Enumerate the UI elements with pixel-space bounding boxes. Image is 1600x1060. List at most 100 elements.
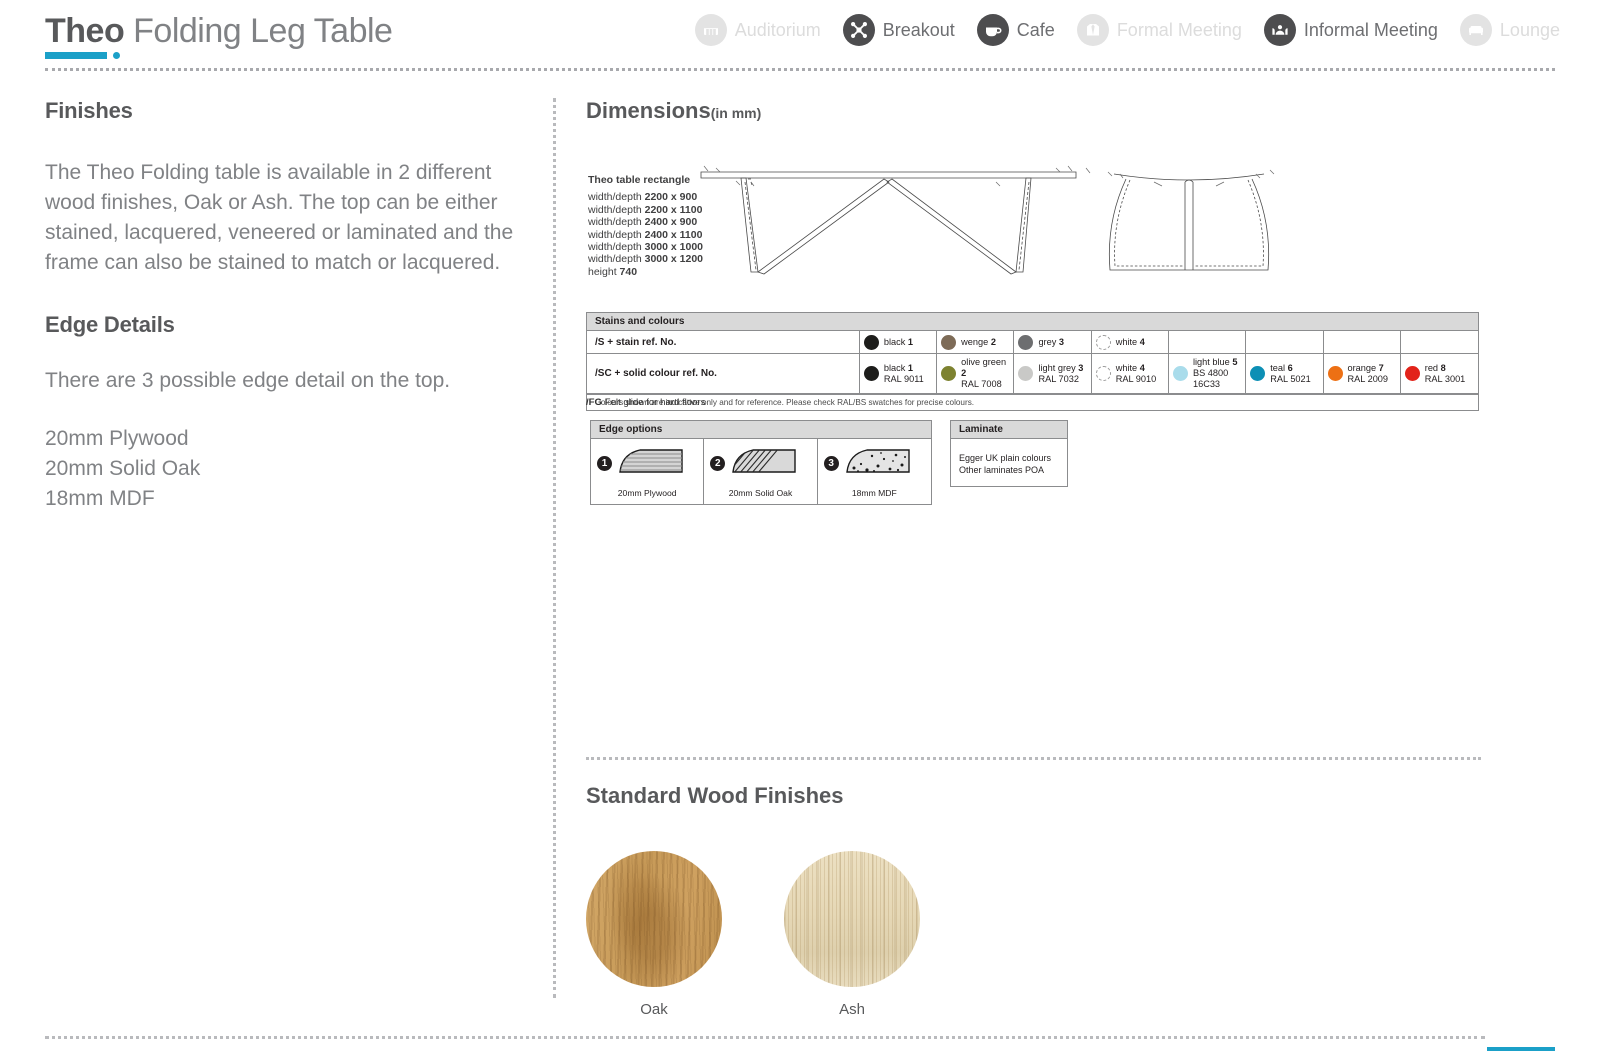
footer-divider — [45, 1036, 1485, 1039]
oak-disc-icon — [586, 851, 722, 987]
nav-label-lounge: Lounge — [1499, 19, 1560, 40]
felt-glide-note: /FG Felt glide for hard floors — [586, 397, 705, 408]
oak-label: Oak — [640, 1001, 668, 1018]
edge-number-1: 1 — [597, 456, 612, 471]
brand-name: Theo — [45, 12, 125, 50]
swatch-cell: olive green 2 RAL 7008 — [937, 354, 1015, 393]
wood-swatch-ash[interactable]: Ash — [784, 851, 920, 1018]
nav-label-cafe: Cafe — [1016, 19, 1055, 40]
category-nav: Auditorium Breakout Cafe Formal Meeting … — [694, 14, 1560, 46]
table-side-elevation-drawing — [1084, 152, 1294, 297]
lounge-sofa-icon — [1459, 14, 1492, 46]
plywood-edge-profile-icon — [618, 446, 684, 481]
wood-finishes-heading: Standard Wood Finishes — [586, 783, 844, 808]
swatch-text: orange 7 RAL 2009 — [1347, 362, 1389, 384]
swatch-text: black 1 — [883, 336, 914, 347]
nav-label-formal-meeting: Formal Meeting — [1116, 19, 1242, 40]
edge-details-body: There are 3 possible edge detail on the … — [45, 369, 451, 392]
laminate-heading: Laminate — [951, 421, 1067, 439]
swatch-text: white 4 RAL 9010 — [1115, 362, 1157, 384]
page-header: Theo Folding Leg Table Auditorium Breako… — [0, 0, 1600, 68]
swatch-light-grey-solid — [1018, 366, 1034, 381]
dimension-label: width/depth — [588, 216, 645, 229]
edge-caption-3: 18mm MDF — [851, 488, 897, 498]
footer-accent-bar — [1487, 1047, 1555, 1051]
informal-meeting-icon — [1263, 14, 1296, 46]
swatch-cell: black 1 RAL 9011 — [860, 354, 938, 393]
dimensions-units: (in mm) — [710, 105, 762, 121]
ash-label: Ash — [839, 1001, 865, 1018]
wood-swatch-oak[interactable]: Oak — [586, 851, 722, 1018]
dimension-label: width/depth — [588, 203, 645, 216]
swatch-text: light blue 5 BS 4800 16C33 — [1192, 357, 1238, 389]
swatch-red-solid — [1404, 366, 1420, 381]
edge-option-plywood: 20mm Plywood — [45, 427, 189, 450]
dimension-value: 3000 x 1200 — [644, 253, 704, 266]
edge-option-cell-1[interactable]: 1 20mm Plywood — [591, 439, 705, 504]
solid-colour-ref-label: /SC + solid colour ref. No. — [587, 354, 860, 393]
swatch-wenge-stain — [941, 334, 957, 350]
brand-underline-bar — [45, 52, 107, 59]
nav-item-lounge[interactable]: Lounge — [1459, 14, 1560, 46]
swatch-cell: light blue 5 BS 4800 16C33 — [1169, 354, 1247, 393]
stains-row-stain: /S + stain ref. No. black 1 wenge 2 grey… — [587, 331, 1478, 354]
dimension-label: width/depth — [588, 241, 645, 254]
edge-number-3: 3 — [823, 456, 839, 471]
edge-options-box: Edge options 1 20mm Plywood 2 20mm Solid… — [590, 420, 932, 505]
edge-caption-1: 20mm Plywood — [617, 488, 677, 498]
brand-dot — [113, 52, 120, 59]
swatch-light-blue-solid — [1172, 366, 1188, 381]
swatch-text: light grey 3 RAL 7032 — [1038, 362, 1084, 384]
standard-wood-finishes-section: Standard Wood Finishes Oak Ash — [586, 783, 1106, 1018]
nav-label-breakout: Breakout — [882, 19, 955, 40]
swatch-text: black 1 RAL 9011 — [883, 362, 924, 384]
brand-logo: Theo Folding Leg Table — [45, 12, 393, 50]
nav-item-formal-meeting[interactable]: Formal Meeting — [1076, 14, 1242, 46]
swatch-white-stain — [1095, 334, 1111, 350]
swatch-cell-empty — [1169, 331, 1247, 353]
dimension-value: 2400 x 900 — [644, 216, 698, 229]
swatch-cell: wenge 2 — [937, 331, 1015, 353]
dimension-label: height — [588, 265, 620, 278]
swatch-white-solid — [1095, 366, 1111, 381]
edge-option-cell-3[interactable]: 3 18mm MDF — [818, 439, 931, 504]
nav-item-auditorium[interactable]: Auditorium — [694, 14, 821, 46]
swatch-black-stain — [863, 334, 879, 350]
nav-item-cafe[interactable]: Cafe — [976, 14, 1055, 46]
finishes-body: The Theo Folding table is available in 2… — [45, 161, 514, 274]
dimension-value: 2200 x 900 — [644, 191, 698, 204]
swatch-cell: orange 7 RAL 2009 — [1324, 354, 1401, 393]
stain-ref-label: /S + stain ref. No. — [587, 331, 860, 353]
ash-disc-icon — [784, 851, 920, 987]
section-divider — [586, 757, 1481, 760]
nav-item-informal-meeting[interactable]: Informal Meeting — [1263, 14, 1438, 46]
stains-row-solid: /SC + solid colour ref. No. black 1 RAL 9… — [587, 354, 1478, 394]
swatch-olive-green-solid — [941, 366, 957, 381]
stains-and-colours-table: Stains and colours /S + stain ref. No. b… — [586, 312, 1479, 411]
nav-label-auditorium: Auditorium — [734, 19, 821, 40]
dimension-label: width/depth — [588, 228, 645, 241]
dimension-label: width/depth — [588, 191, 645, 204]
dimension-value: 740 — [619, 265, 638, 278]
edge-caption-2: 20mm Solid Oak — [728, 488, 793, 498]
edge-option-mdf: 18mm MDF — [45, 487, 155, 510]
swatch-orange-solid — [1327, 366, 1343, 381]
edge-option-cell-2[interactable]: 2 20mm Solid Oak — [704, 439, 818, 504]
edge-details-heading: Edge Details — [45, 312, 175, 337]
felt-glide-text: Felt glide for hard floors — [602, 397, 706, 408]
right-content-column: Dimensions(in mm) Theo table rectangle w… — [586, 98, 1486, 297]
edge-option-solid-oak: 20mm Solid Oak — [45, 457, 201, 480]
swatch-text: white 4 — [1115, 336, 1145, 347]
felt-glide-code: /FG — [586, 397, 602, 408]
product-name: Folding Leg Table — [124, 12, 393, 50]
swatch-text: grey 3 — [1038, 336, 1064, 347]
product-spec-page: Theo Folding Leg Table Auditorium Breako… — [0, 0, 1600, 1060]
auditorium-icon — [694, 14, 727, 46]
breakout-icon — [842, 14, 875, 46]
swatch-teal-solid — [1250, 366, 1266, 381]
swatch-cell: red 8 RAL 3001 — [1401, 354, 1478, 393]
dimension-label: width/depth — [588, 253, 645, 266]
swatch-text: red 8 RAL 3001 — [1424, 362, 1466, 384]
column-divider — [553, 98, 556, 998]
nav-item-breakout[interactable]: Breakout — [842, 14, 955, 46]
